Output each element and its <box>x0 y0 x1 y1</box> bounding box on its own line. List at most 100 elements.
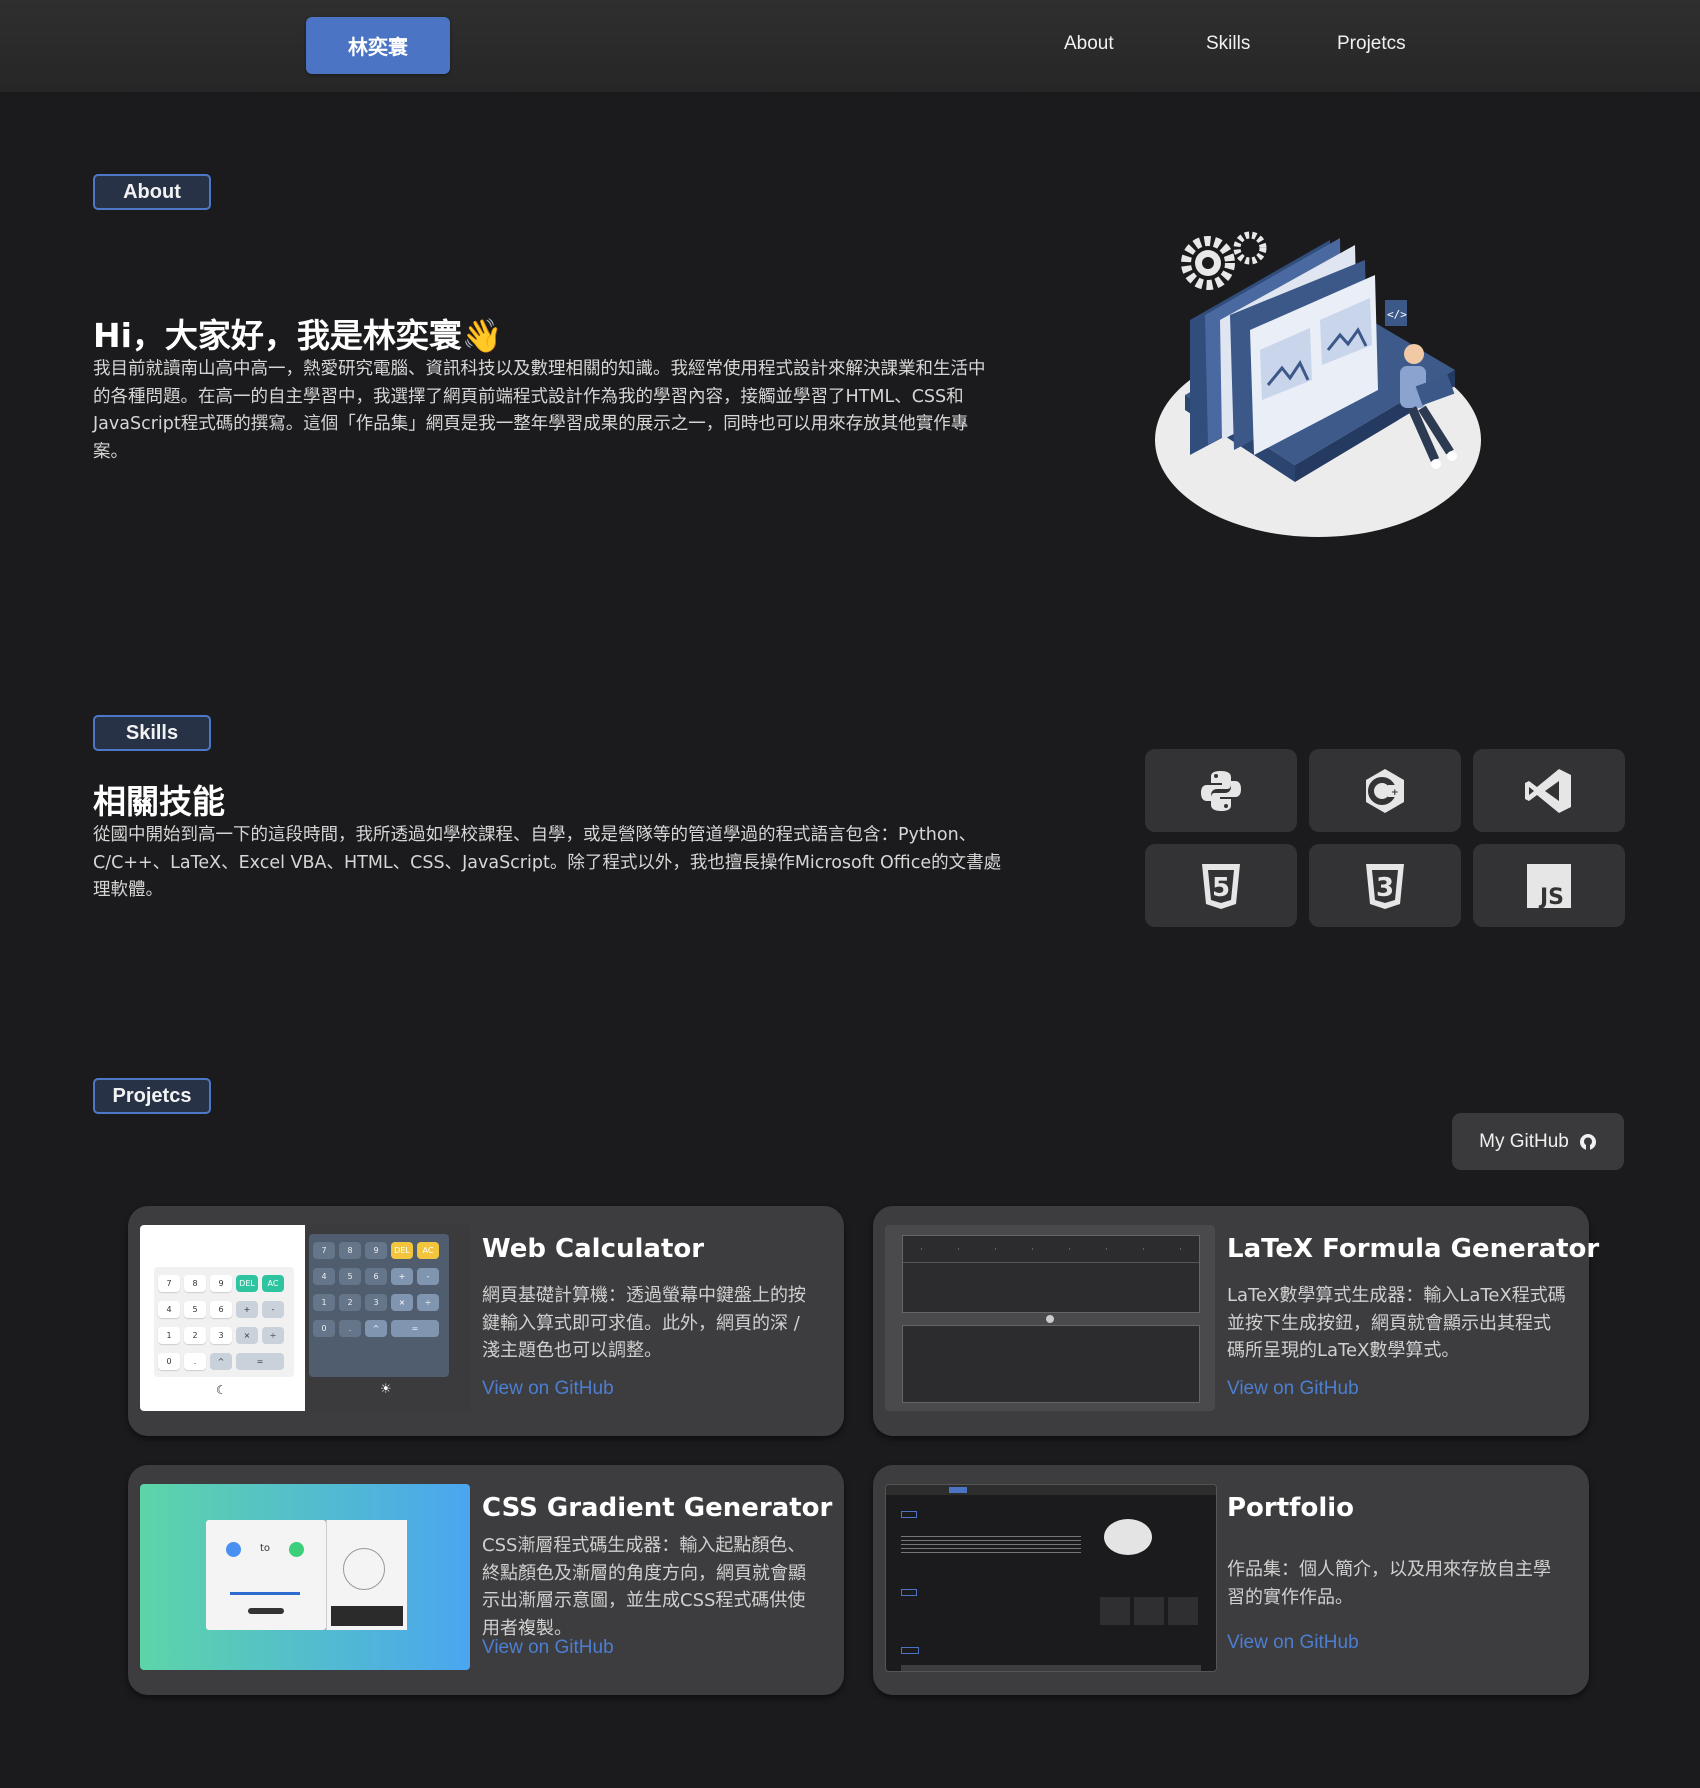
sun-icon: ☀ <box>380 1382 392 1397</box>
card-description: CSS漸層程式碼生成器：輸入起點顏色、 終點顏色及漸層的角度方向，網頁就會顯 示… <box>482 1532 837 1642</box>
mini-skill-icons <box>1100 1597 1200 1625</box>
skill-tile-python <box>1145 749 1297 832</box>
css3-glyph: 3 <box>1376 873 1394 903</box>
calc-key: = <box>391 1320 439 1337</box>
toolbar-dot: · <box>1179 1244 1182 1254</box>
calc-key: 7 <box>158 1275 180 1292</box>
toolbar-dot: · <box>1031 1244 1034 1254</box>
about-line-4: 案。 <box>93 441 128 462</box>
card-desc-line: 淺主題色也可以調整。 <box>482 1340 662 1361</box>
js-glyph: JS <box>1538 885 1564 909</box>
calc-key: = <box>236 1353 284 1370</box>
card-desc-line: 並按下生成按鈕，網頁就會顯示出其程式 <box>1227 1312 1551 1334</box>
calc-key: 0 <box>313 1320 335 1337</box>
skills-section-tag: Skills <box>93 715 211 751</box>
calc-key: AC <box>417 1242 439 1259</box>
calc-key: 1 <box>158 1327 180 1344</box>
calc-key: 4 <box>313 1268 335 1285</box>
mini-projects-tag <box>901 1647 919 1654</box>
angle-slider <box>230 1592 300 1595</box>
calc-key: 1 <box>313 1294 335 1311</box>
calc-key: . <box>184 1353 206 1370</box>
about-paragraph: 我目前就讀南山高中高一，熱愛研究電腦、資訊科技以及數理相關的知識。我經常使用程式… <box>93 356 1053 466</box>
calc-key: × <box>236 1327 258 1344</box>
card-desc-line: 碼所呈現的LaTeX數學算式。 <box>1227 1340 1460 1361</box>
card-desc-line: 鍵輸入算式即可求值。此外，網頁的深 / <box>482 1312 800 1334</box>
calc-key: 9 <box>210 1275 232 1292</box>
html5-icon: 5 <box>1202 863 1240 909</box>
css-gradient-thumbnail: to <box>140 1484 470 1670</box>
moon-icon: ☾ <box>216 1383 227 1397</box>
generate-button <box>248 1608 284 1614</box>
calc-key: ^ <box>210 1353 232 1370</box>
card-description: 網頁基礎計算機：透過螢幕中鍵盤上的按 鍵輸入算式即可求值。此外，網頁的深 / 淺… <box>482 1282 837 1365</box>
nav-link-projects[interactable]: Projetcs <box>1337 33 1406 55</box>
end-color-dot <box>289 1542 304 1557</box>
skills-line-1: 從國中開始到高一下的這段時間，我所透過如學校課程、自學，或是營隊等的管道學過的程… <box>93 825 977 845</box>
skill-tile-css3: 3 <box>1309 844 1461 927</box>
svg-text:+: + <box>1391 788 1399 798</box>
nav-link-skills[interactable]: Skills <box>1206 33 1250 55</box>
calc-key: 6 <box>210 1301 232 1318</box>
view-on-github-link[interactable]: View on GitHub <box>1227 1378 1359 1400</box>
project-card-portfolio: Portfolio 作品集：個人簡介，以及用來存放自主學 習的實作作品。 Vie… <box>873 1465 1589 1695</box>
calc-key: 8 <box>184 1275 206 1292</box>
mini-brand <box>949 1487 967 1493</box>
skill-tile-cpp: + <box>1309 749 1461 832</box>
nav-link-about[interactable]: About <box>1064 33 1114 55</box>
card-description: LaTeX數學算式生成器：輸入LaTeX程式碼 並按下生成按鈕，網頁就會顯示出其… <box>1227 1282 1582 1365</box>
calc-light-preview: 7 8 9 DEL AC 4 5 6 + - 1 2 3 × ÷ 0. ^ = ☾ <box>140 1225 305 1411</box>
view-on-github-link[interactable]: View on GitHub <box>1227 1632 1359 1654</box>
brand-button[interactable]: 林奕寰 <box>306 17 450 74</box>
calc-dark-keypad: 7 8 9 DEL AC 4 5 6 + - 1 2 3 × ÷ 0. ^ = <box>309 1234 449 1377</box>
calc-key: 7 <box>313 1242 335 1259</box>
about-section-tag: About <box>93 174 211 210</box>
start-color-dot <box>226 1542 241 1557</box>
projects-section-tag: Projetcs <box>93 1078 211 1114</box>
latex-output-panel <box>902 1325 1200 1403</box>
gradient-to-label: to <box>260 1543 271 1554</box>
gradient-preview-panel <box>326 1520 407 1630</box>
calc-key: DEL <box>236 1275 258 1292</box>
calc-key: ÷ <box>262 1327 284 1344</box>
card-desc-line: 作品集：個人簡介，以及用來存放自主學 <box>1227 1559 1551 1580</box>
view-on-github-link[interactable]: View on GitHub <box>482 1378 614 1400</box>
navbar: 林奕寰 About Skills Projetcs <box>0 0 1700 92</box>
html5-glyph: 5 <box>1212 873 1230 903</box>
calc-key: ^ <box>365 1320 387 1337</box>
about-line-2: 的各種問題。在高一的自主學習中，我選擇了網頁前端程式設計作為我的學習內容，接觸並… <box>93 386 964 407</box>
my-github-label: My GitHub <box>1479 1130 1569 1152</box>
calc-key: DEL <box>391 1242 413 1259</box>
mini-illustration <box>1104 1519 1152 1555</box>
card-desc-line: LaTeX數學算式生成器：輸入LaTeX程式碼 <box>1227 1285 1566 1306</box>
toolbar-dot: · <box>1105 1244 1108 1254</box>
about-heading: Hi，大家好，我是林奕寰👋 <box>93 316 504 355</box>
card-description: 作品集：個人簡介，以及用來存放自主學 習的實作作品。 <box>1227 1556 1582 1611</box>
gradient-input-panel: to <box>206 1520 326 1630</box>
skills-line-3: 理軟體。 <box>93 880 163 900</box>
calc-key: - <box>262 1301 284 1318</box>
toolbar-dot: · <box>957 1244 960 1254</box>
about-line-1: 我目前就讀南山高中高一，熱愛研究電腦、資訊科技以及數理相關的知識。我經常使用程式… <box>93 359 986 379</box>
project-card-css-gradient-generator: to CSS Gradient Generator CSS漸層程式碼生成器：輸入… <box>128 1465 844 1695</box>
calc-key: 5 <box>339 1268 361 1285</box>
my-github-button[interactable]: My GitHub <box>1452 1113 1624 1170</box>
about-line-3: JavaScript程式碼的撰寫。這個「作品集」網頁是我一整年學習成果的展示之一… <box>93 414 969 434</box>
calc-key: 3 <box>210 1327 232 1344</box>
portfolio-thumbnail <box>885 1484 1217 1672</box>
web-calculator-thumbnail: 7 8 9 DEL AC 4 5 6 + -1 2 3 × ÷ 0. ^ = ☾ 7 8 9 DEL AC 4 5 6 + -1 2… <box>140 1225 470 1411</box>
skill-tile-javascript: JS <box>1473 844 1625 927</box>
card-desc-line: 網頁基礎計算機：透過螢幕中鍵盤上的按 <box>482 1285 806 1306</box>
calc-key: 8 <box>339 1242 361 1259</box>
toolbar-dot: · <box>994 1244 997 1254</box>
calc-key: 3 <box>365 1294 387 1311</box>
skill-tile-vscode <box>1473 749 1625 832</box>
vscode-icon <box>1525 768 1571 813</box>
svg-text:</>: </> <box>1387 308 1407 321</box>
mini-skills-tag <box>901 1589 917 1596</box>
developer-illustration: </> <box>1155 231 1481 537</box>
calc-key: 9 <box>365 1242 387 1259</box>
card-title: Web Calculator <box>482 1234 705 1264</box>
calc-key: - <box>417 1268 439 1285</box>
view-on-github-link[interactable]: View on GitHub <box>482 1637 614 1659</box>
